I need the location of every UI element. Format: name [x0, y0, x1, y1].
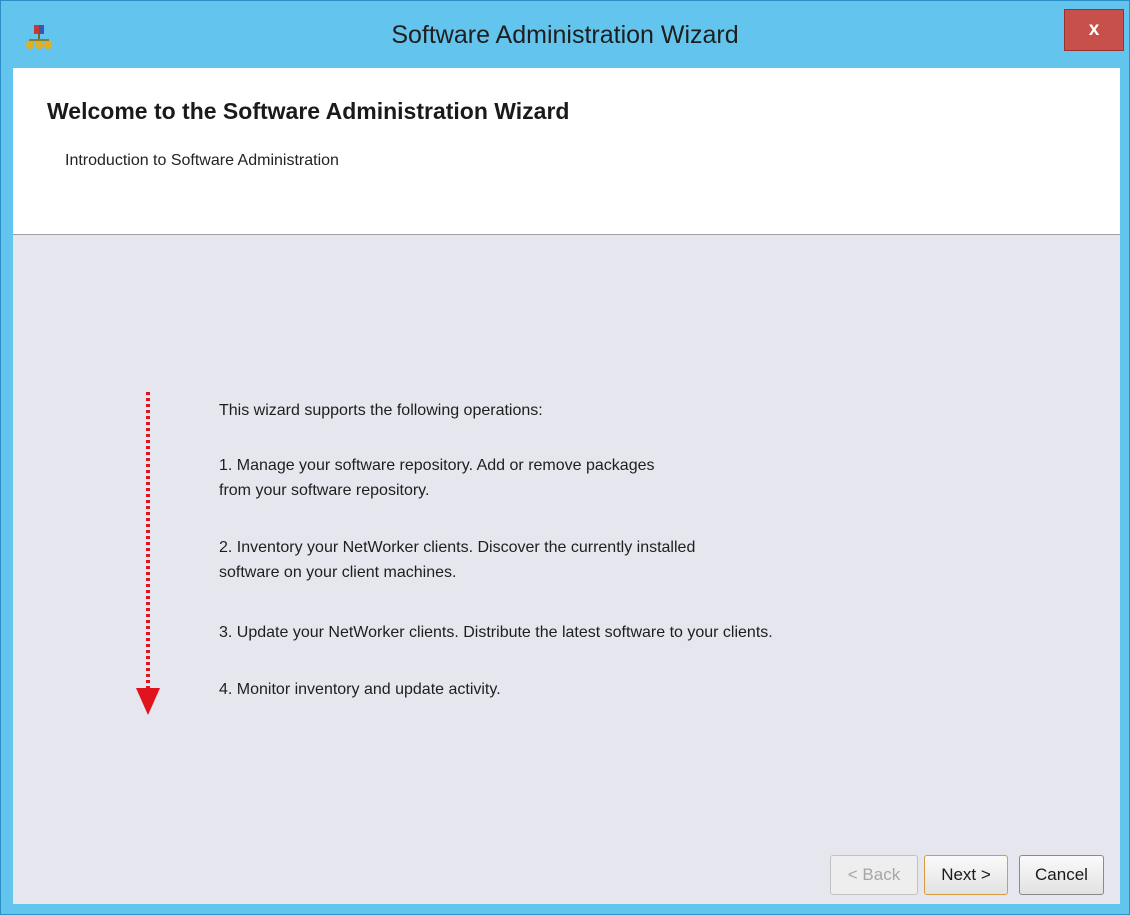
cancel-button[interactable]: Cancel — [1019, 855, 1104, 895]
title-bar[interactable]: Software Administration Wizard x — [1, 1, 1129, 67]
next-button[interactable]: Next > — [924, 855, 1008, 895]
networker-app-icon — [26, 25, 52, 49]
back-button[interactable]: < Back — [830, 855, 918, 895]
operation-item-3: 3. Update your NetWorker clients. Distri… — [219, 620, 773, 645]
page-title: Welcome to the Software Administration W… — [47, 98, 570, 124]
operation-item-1-line1: 1. Manage your software repository. Add … — [219, 457, 655, 474]
operation-item-2-line1: 2. Inventory your NetWorker clients. Dis… — [219, 539, 696, 556]
page-subtitle: Introduction to Software Administration — [65, 152, 339, 169]
wizard-client-area: Welcome to the Software Administration W… — [13, 68, 1120, 904]
close-button[interactable]: x — [1064, 9, 1124, 51]
intro-text: This wizard supports the following opera… — [219, 402, 543, 419]
window-title: Software Administration Wizard — [391, 21, 739, 49]
close-icon: x — [1088, 19, 1100, 40]
operation-item-4: 4. Monitor inventory and update activity… — [219, 677, 501, 702]
operation-item-2-line2: software on your client machines. — [219, 564, 457, 581]
operation-item-1-line2: from your software repository. — [219, 482, 430, 499]
operation-item-3-line1: 3. Update your NetWorker clients. Distri… — [219, 624, 773, 641]
operation-item-2: 2. Inventory your NetWorker clients. Dis… — [219, 535, 695, 585]
dotted-down-arrow-icon — [136, 392, 160, 715]
operation-item-4-line1: 4. Monitor inventory and update activity… — [219, 681, 501, 698]
wizard-window: Software Administration Wizard x Welcome… — [0, 0, 1130, 915]
operation-item-1: 1. Manage your software repository. Add … — [219, 453, 654, 503]
wizard-header: Welcome to the Software Administration W… — [13, 68, 1120, 235]
